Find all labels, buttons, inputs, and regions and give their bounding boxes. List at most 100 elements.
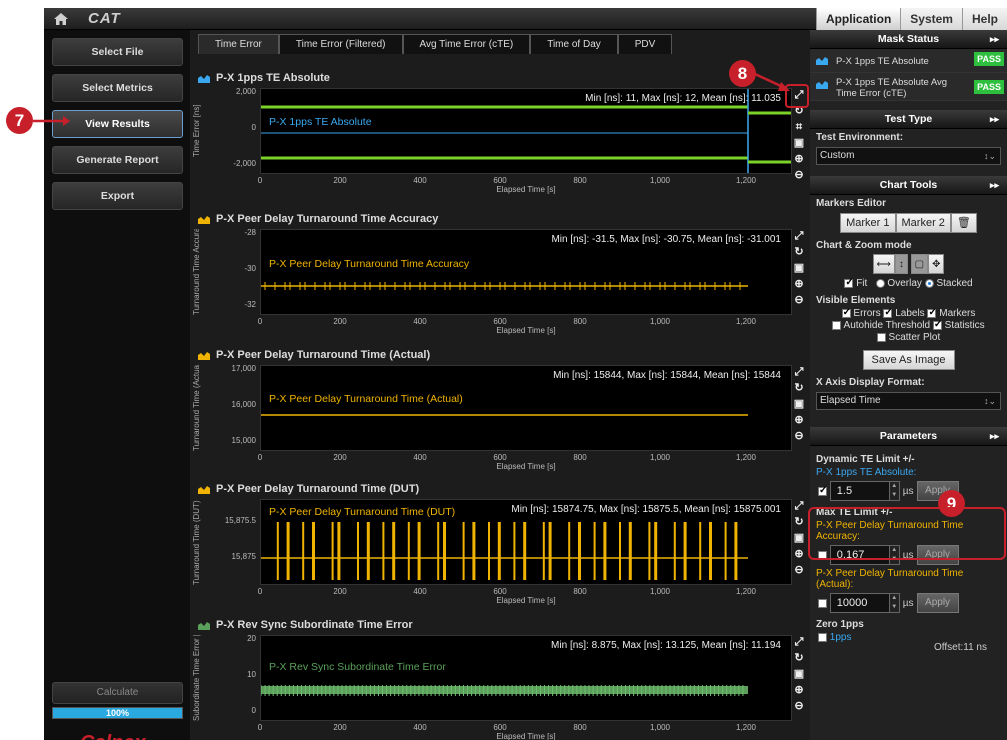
calnex-logo: Calnex [80, 732, 146, 740]
markers-checkbox[interactable] [927, 307, 937, 319]
fit-checkbox[interactable] [844, 277, 854, 288]
dynamic-te-input[interactable]: 1.5 [829, 481, 890, 501]
chart-title-text: P-X Peer Delay Turnaround Time (Actual) [216, 349, 431, 361]
calculate-button[interactable]: Calculate [52, 682, 183, 704]
actual-checkbox[interactable] [818, 598, 827, 608]
stacked-radio[interactable] [924, 278, 934, 288]
select-file-button[interactable]: Select File [52, 38, 183, 66]
test-type-header[interactable]: Test Type ▸▸ [810, 110, 1007, 129]
save-icon[interactable]: ▣ [792, 667, 806, 681]
x-tick-label: 800 [573, 723, 587, 732]
x-tick-label: 200 [333, 317, 347, 326]
x-axis-format-select[interactable]: Elapsed Time ↕⌄ [816, 392, 1001, 410]
x-tick-label: 0 [257, 317, 263, 326]
tab-time-error[interactable]: Time Error [198, 34, 279, 54]
expand-icon[interactable]: ▸▸ [990, 427, 999, 446]
maximize-icon[interactable]: ⤢ [792, 635, 806, 649]
statistics-text: Min [ns]: -31.5, Max [ns]: -30.75, Mean … [551, 234, 781, 245]
chart-tools-header[interactable]: Chart Tools ▸▸ [810, 176, 1007, 195]
x-axis-label: Elapsed Time [s] [496, 326, 556, 335]
apply-button[interactable]: Apply [916, 593, 959, 613]
pan-icon[interactable]: ✥ [928, 254, 945, 274]
expand-icon[interactable]: ▸▸ [990, 110, 999, 129]
actual-input[interactable]: 10000 [829, 593, 890, 613]
tab-pdv[interactable]: PDV [617, 34, 673, 54]
maximize-icon[interactable]: ⤢ [792, 499, 806, 513]
zero-1pps-checkbox[interactable] [818, 632, 827, 642]
errors-checkbox[interactable] [841, 307, 851, 319]
x-tick-label: 0 [257, 176, 263, 185]
marker-1-button[interactable]: Marker 1 [840, 213, 896, 233]
x-tick-label: 200 [333, 723, 347, 732]
left-nav: Select File Select Metrics View Results … [44, 30, 190, 740]
home-icon[interactable] [53, 11, 69, 27]
autohide-checkbox[interactable] [832, 320, 842, 330]
save-icon[interactable]: ▣ [792, 136, 806, 150]
overlay-radio[interactable] [875, 278, 885, 288]
save-as-image-button[interactable]: Save As Image [862, 350, 955, 370]
stepper-icon[interactable]: ▲ ▼ [889, 593, 900, 613]
x-axis-label: Elapsed Time [s] [496, 185, 556, 194]
x-tick-label: 1,000 [649, 453, 671, 462]
app-window: CAT Application System Help Select File … [44, 8, 1007, 740]
marker-2-button[interactable]: Marker 2 [895, 213, 951, 233]
dynamic-te-checkbox[interactable] [818, 485, 827, 496]
box-zoom-icon[interactable]: ▢ [910, 254, 929, 274]
menu-system[interactable]: System [900, 8, 962, 30]
plot-area[interactable]: Min [ns]: 15844, Max [ns]: 15844, Mean [… [260, 365, 792, 451]
zoom-out-icon[interactable]: ⊖ [792, 168, 806, 182]
save-icon[interactable]: ▣ [792, 261, 806, 275]
stepper-icon[interactable]: ▲ ▼ [889, 481, 900, 501]
statistics-text: Min [ns]: 11, Max [ns]: 12, Mean [ns]: 1… [585, 93, 781, 104]
tab-avg-time-error[interactable]: Avg Time Error (cTE) [402, 34, 531, 54]
series-label: P-X 1pps TE Absolute [269, 116, 372, 128]
x-tick-label: 1,000 [649, 317, 671, 326]
mask-status-header[interactable]: Mask Status ▸▸ [810, 30, 1007, 49]
expand-icon[interactable]: ▸▸ [990, 30, 999, 49]
export-button[interactable]: Export [52, 182, 183, 210]
plot-area[interactable]: Min [ns]: 11, Max [ns]: 12, Mean [ns]: 1… [260, 88, 792, 174]
crop-icon[interactable]: ⌗ [792, 120, 806, 134]
tab-time-error-filtered[interactable]: Time Error (Filtered) [278, 34, 403, 54]
save-icon[interactable]: ▣ [792, 531, 806, 545]
zoom-in-icon[interactable]: ⊕ [792, 152, 806, 166]
maximize-icon[interactable]: ⤢ [792, 365, 806, 379]
chart-tools-title: Chart Tools [879, 179, 938, 191]
zoom-in-icon[interactable]: ⊕ [792, 413, 806, 427]
refresh-icon[interactable]: ↻ [792, 245, 806, 259]
plot-area[interactable]: Min [ns]: 15874.75, Max [ns]: 15875.5, M… [260, 499, 792, 585]
expand-icon[interactable]: ▸▸ [990, 176, 999, 195]
labels-checkbox[interactable] [883, 307, 893, 319]
plot-area[interactable]: Min [ns]: -31.5, Max [ns]: -30.75, Mean … [260, 229, 792, 315]
generate-report-button[interactable]: Generate Report [52, 146, 183, 174]
select-metrics-button[interactable]: Select Metrics [52, 74, 183, 102]
parameters-header[interactable]: Parameters ▸▸ [810, 427, 1007, 446]
tab-time-of-day[interactable]: Time of Day [530, 34, 618, 54]
refresh-icon[interactable]: ↻ [792, 651, 806, 665]
horizontal-zoom-icon[interactable]: ⟷ [872, 254, 895, 274]
actual-row: 10000 ▲ ▼ µs Apply [810, 590, 1007, 616]
save-icon[interactable]: ▣ [792, 397, 806, 411]
zoom-in-icon[interactable]: ⊕ [792, 547, 806, 561]
maximize-icon[interactable]: ⤢ [792, 229, 806, 243]
plot-area[interactable]: Min [ns]: 8.875, Max [ns]: 13.125, Mean … [260, 635, 792, 721]
refresh-icon[interactable]: ↻ [792, 515, 806, 529]
zoom-out-icon[interactable]: ⊖ [792, 293, 806, 307]
zoom-in-icon[interactable]: ⊕ [792, 683, 806, 697]
zoom-out-icon[interactable]: ⊖ [792, 699, 806, 713]
chart-toolbar: ⤢ ↻ ▣ ⊕ ⊖ [792, 365, 806, 445]
zoom-in-icon[interactable]: ⊕ [792, 277, 806, 291]
refresh-icon[interactable]: ↻ [792, 381, 806, 395]
zoom-out-icon[interactable]: ⊖ [792, 563, 806, 577]
menu-help[interactable]: Help [961, 8, 1007, 30]
scatter-plot-checkbox[interactable] [876, 332, 886, 342]
x-axis-label: Elapsed Time [s] [496, 462, 556, 471]
x-tick-label: 800 [573, 317, 587, 326]
trash-icon[interactable]: 🗑 [950, 213, 977, 233]
zoom-out-icon[interactable]: ⊖ [792, 429, 806, 443]
vertical-zoom-icon[interactable]: ↕ [894, 254, 908, 274]
view-results-button[interactable]: View Results [52, 110, 183, 138]
menu-application[interactable]: Application [815, 8, 901, 30]
statistics-checkbox[interactable] [932, 319, 942, 331]
test-environment-select[interactable]: Custom ↕⌄ [816, 147, 1001, 165]
